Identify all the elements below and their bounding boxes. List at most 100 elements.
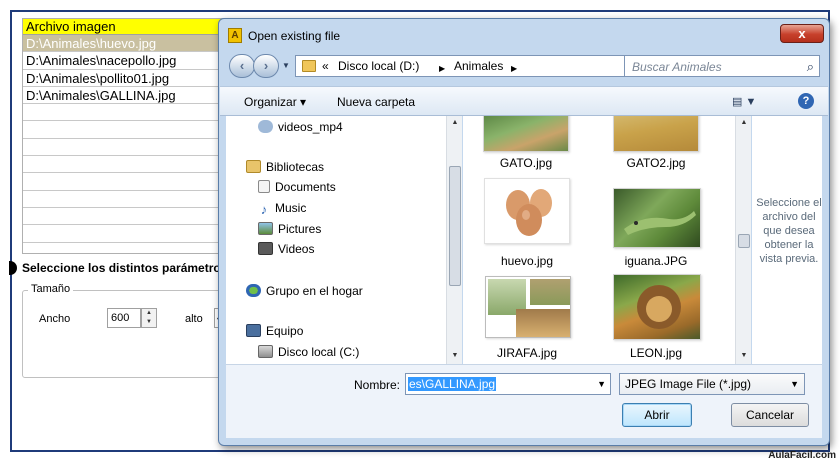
filename-input[interactable]: es\GALLINA.jpg ▼ bbox=[405, 373, 611, 395]
arrow-left-icon: ‹ bbox=[239, 58, 245, 73]
help-icon[interactable]: ? bbox=[798, 93, 814, 109]
close-button[interactable]: x bbox=[780, 24, 824, 43]
nav-item-label: Pictures bbox=[278, 222, 322, 236]
documents-icon bbox=[258, 180, 270, 193]
libraries-icon bbox=[246, 160, 261, 173]
forward-button[interactable]: › bbox=[253, 54, 279, 78]
open-file-dialog: A Open existing file x ‹ › ▼ « Disco loc… bbox=[218, 18, 830, 446]
image-thumbnail-leon[interactable] bbox=[613, 274, 701, 340]
file-name-leon[interactable]: LEON.jpg bbox=[596, 346, 716, 360]
giraffe-photo-2 bbox=[530, 279, 570, 305]
breadcrumb-drive[interactable]: Disco local (D:) bbox=[338, 59, 419, 73]
section-marker bbox=[9, 261, 17, 275]
nav-item-label: Documents bbox=[275, 180, 336, 194]
breadcrumb-separator-icon[interactable]: ▶ bbox=[439, 62, 445, 76]
nav-item-homegroup[interactable]: Grupo en el hogar bbox=[246, 282, 363, 300]
scroll-down-icon[interactable]: ▼ bbox=[736, 352, 752, 359]
nav-item-documents[interactable]: Documents bbox=[258, 178, 336, 196]
nav-item-label: videos_mp4 bbox=[278, 120, 343, 134]
scroll-down-icon[interactable]: ▼ bbox=[447, 352, 463, 359]
width-spinner[interactable]: ▲ ▼ bbox=[141, 308, 157, 328]
image-thumbnail-gato2[interactable] bbox=[613, 116, 699, 152]
lion-image bbox=[637, 285, 681, 329]
breadcrumb-overflow[interactable]: « bbox=[322, 59, 329, 73]
videos-icon bbox=[258, 242, 273, 255]
width-label: Ancho bbox=[39, 313, 71, 325]
homegroup-icon bbox=[246, 284, 261, 297]
scroll-up-icon[interactable]: ▲ bbox=[447, 119, 463, 126]
nav-item-videos-mp4[interactable]: videos_mp4 bbox=[258, 118, 343, 136]
filename-dropdown-icon[interactable]: ▼ bbox=[597, 379, 606, 389]
image-thumbnail-gato[interactable] bbox=[483, 116, 569, 152]
breadcrumb-separator-icon[interactable]: ▶ bbox=[511, 62, 517, 76]
height-label: alto bbox=[185, 313, 203, 325]
size-group bbox=[22, 290, 232, 378]
nav-item-music[interactable]: ♪ Music bbox=[258, 199, 307, 217]
address-bar[interactable]: « Disco local (D:) ▶ Animales ▶ ▼ bbox=[295, 55, 661, 77]
spinner-up-icon[interactable]: ▲ bbox=[142, 309, 156, 318]
nav-item-label: Equipo bbox=[266, 324, 304, 338]
nav-item-label: Bibliotecas bbox=[266, 160, 325, 174]
nav-item-pictures[interactable]: Pictures bbox=[258, 220, 321, 238]
spinner-down-icon[interactable]: ▼ bbox=[142, 318, 156, 327]
search-icon[interactable]: ⌕ bbox=[807, 59, 814, 75]
navigation-scrollbar[interactable]: ▲ ▼ bbox=[446, 116, 462, 364]
filename-value: es\GALLINA.jpg bbox=[408, 377, 497, 391]
file-type-select[interactable]: JPEG Image File (*.jpg) ▼ bbox=[619, 373, 805, 395]
file-name-gato2[interactable]: GATO2.jpg bbox=[596, 156, 716, 170]
pictures-icon bbox=[258, 222, 273, 235]
arrow-right-icon: › bbox=[263, 58, 269, 73]
scrollbar-thumb[interactable] bbox=[738, 234, 750, 248]
eggs-image bbox=[506, 189, 552, 236]
nav-item-label: Grupo en el hogar bbox=[266, 284, 363, 298]
nav-item-bibliotecas[interactable]: Bibliotecas bbox=[246, 158, 324, 176]
dialog-titlebar[interactable]: A Open existing file x bbox=[219, 19, 829, 49]
nav-item-disco-c[interactable]: Disco local (C:) bbox=[258, 343, 359, 361]
size-group-legend: Tamaño bbox=[28, 283, 74, 295]
image-thumbnail-jirafa[interactable] bbox=[485, 276, 571, 338]
video-library-icon bbox=[258, 120, 273, 133]
cancel-button[interactable]: Cancelar bbox=[731, 403, 809, 427]
music-icon: ♪ bbox=[260, 202, 268, 217]
file-type-value: JPEG Image File (*.jpg) bbox=[625, 377, 752, 391]
computer-icon bbox=[246, 324, 261, 337]
file-type-dropdown-icon[interactable]: ▼ bbox=[790, 374, 799, 394]
image-thumbnail-iguana[interactable] bbox=[613, 188, 701, 248]
navigation-pane: videos_mp4 Bibliotecas Documents ♪ Music … bbox=[226, 116, 462, 364]
giraffe-photo-3 bbox=[516, 309, 570, 337]
file-name-jirafa[interactable]: JIRAFA.jpg bbox=[467, 346, 587, 360]
filename-label: Nombre: bbox=[354, 378, 401, 392]
organize-menu[interactable]: Organizar ▾ bbox=[244, 95, 306, 109]
file-name-huevo[interactable]: huevo.jpg bbox=[467, 254, 587, 268]
recent-locations-icon[interactable]: ▼ bbox=[282, 61, 290, 70]
width-input[interactable]: 600 bbox=[107, 308, 141, 328]
nav-item-label: Videos bbox=[278, 242, 315, 256]
view-options-icon[interactable]: ▤ ▼ bbox=[732, 95, 756, 108]
dialog-title: Open existing file bbox=[248, 29, 341, 43]
nav-item-label: Music bbox=[275, 201, 307, 215]
open-button[interactable]: Abrir bbox=[622, 403, 692, 427]
file-list-scrollbar[interactable]: ▲ ▼ bbox=[735, 116, 751, 364]
dialog-bottom-panel: Nombre: es\GALLINA.jpg ▼ JPEG Image File… bbox=[226, 364, 822, 438]
new-folder-button[interactable]: Nueva carpeta bbox=[337, 95, 415, 109]
file-name-iguana[interactable]: iguana.JPG bbox=[596, 254, 716, 268]
scroll-up-icon[interactable]: ▲ bbox=[736, 119, 752, 126]
scrollbar-thumb[interactable] bbox=[449, 166, 461, 286]
folder-icon bbox=[302, 60, 316, 72]
file-list-pane: GATO.jpg GATO2.jpg huevo.jpg iguana.JPG bbox=[463, 116, 741, 364]
image-thumbnail-huevo[interactable] bbox=[484, 178, 570, 244]
params-title: Seleccione los distintos parámetros bbox=[22, 261, 228, 275]
dialog-toolbar: Organizar ▾ Nueva carpeta ▤ ▼ ? bbox=[220, 86, 828, 116]
drive-icon bbox=[258, 345, 273, 358]
search-box[interactable]: Buscar Animales ⌕ bbox=[624, 55, 820, 77]
app-icon: A bbox=[228, 28, 242, 43]
breadcrumb-folder[interactable]: Animales bbox=[454, 59, 503, 73]
iguana-image bbox=[624, 211, 696, 235]
nav-item-equipo[interactable]: Equipo bbox=[246, 322, 303, 340]
watermark: AulaFacil.com bbox=[768, 450, 836, 461]
file-name-gato[interactable]: GATO.jpg bbox=[466, 156, 586, 170]
preview-message: Seleccione el archivo del que desea obte… bbox=[756, 197, 822, 265]
address-row: ‹ › ▼ « Disco local (D:) ▶ Animales ▶ ▼ … bbox=[227, 52, 821, 80]
nav-item-videos[interactable]: Videos bbox=[258, 240, 314, 258]
back-button[interactable]: ‹ bbox=[229, 54, 255, 78]
